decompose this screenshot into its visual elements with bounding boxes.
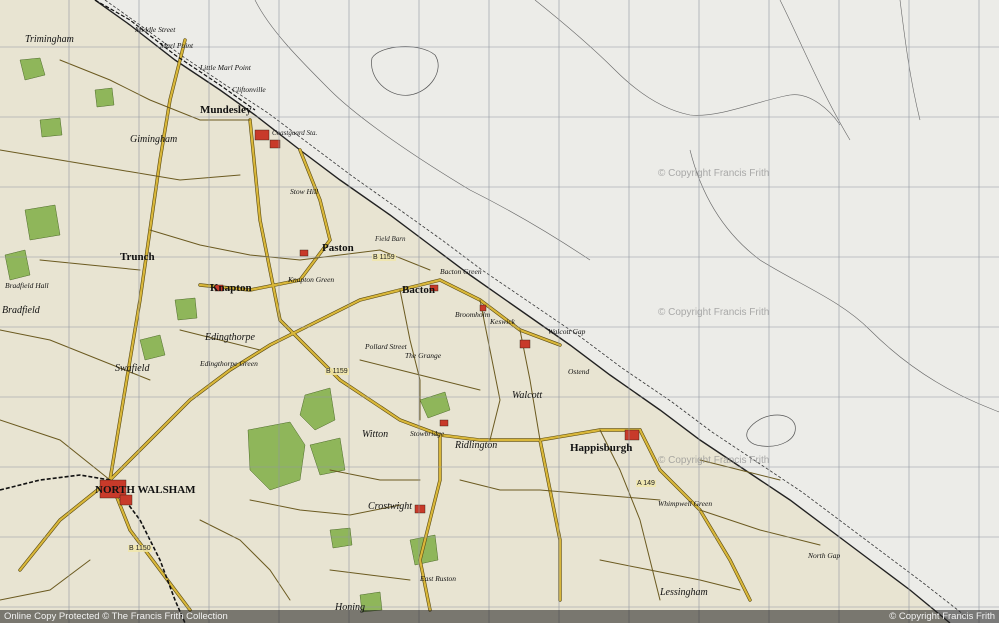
depth-contour-5 (899, 0, 921, 121)
label-bacton-green: Bacton Green (440, 267, 482, 276)
label-bacton: Bacton (402, 284, 435, 296)
label-trimingham: Trimingham (25, 34, 74, 45)
map-canvas (0, 0, 999, 623)
label-ostend: Ostend (568, 367, 590, 376)
label-knapton: Knapton (210, 282, 252, 294)
label-little-marl-point: Little Marl Point (200, 63, 251, 72)
sandbank-east (746, 414, 796, 447)
label-walcott-gap: Walcott Gap (548, 327, 586, 336)
label-mundesley: Mundesley (200, 104, 252, 116)
label-marl-point: Marl Point (160, 41, 194, 50)
label-stowbridge: Stowbridge (410, 429, 445, 438)
label-witton: Witton (362, 429, 389, 440)
footer-copyright: © Copyright Francis Frith (889, 611, 995, 622)
label-keswick: Keswick (490, 317, 515, 326)
label-bradfield-hall: Bradfield Hall (5, 281, 49, 290)
depth-contour-2 (534, 0, 841, 126)
label-happisburgh: Happisburgh (570, 442, 633, 454)
label-edingthorpe: Edingthorpe (205, 332, 255, 343)
label-pollard-street: Pollard Street (365, 342, 407, 351)
footer-bar: Online Copy Protected © The Francis Frit… (0, 610, 999, 623)
watermark-copyright: © Copyright Francis Frith (658, 455, 770, 466)
label-north-gap: North Gap (808, 551, 841, 560)
label-broomholm: Broomholm (455, 310, 491, 319)
label-lessingham: Lessingham (660, 587, 708, 598)
label-east-ruston: East Ruston (420, 574, 457, 583)
label-coastguard-station: Coastguard Sta. (272, 129, 318, 137)
label-edingthorpe-green: Edingthorpe Green (200, 359, 258, 368)
road-number-b1159-north: B 1159 (372, 254, 396, 261)
label-whimpwell-green: Whimpwell Green (658, 499, 713, 508)
label-ridlington: Ridlington (455, 440, 498, 451)
sandbank-north (371, 46, 439, 96)
label-paston: Paston (322, 242, 354, 254)
footer-protection-notice: Online Copy Protected © The Francis Frit… (4, 611, 228, 622)
depth-contour-4 (779, 0, 851, 141)
label-stow-hill: Stow Hill (290, 187, 319, 196)
historic-os-map: Trimingham Mundesley Gimingham Paston Tr… (0, 0, 999, 623)
road-number-b1150: B 1150 (128, 545, 152, 552)
depth-contour-3 (689, 149, 999, 413)
label-field-barn: Field Barn (375, 235, 406, 243)
label-middle-street: Middle Street (135, 25, 176, 34)
label-walcott: Walcott (512, 390, 543, 401)
watermark-copyright: © Copyright Francis Frith (658, 168, 770, 179)
label-cliftonville: Cliftonville (232, 85, 266, 94)
label-swafield: Swafield (115, 363, 150, 374)
label-the-grange: The Grange (405, 351, 442, 360)
label-north-walsham: NORTH WALSHAM (95, 484, 196, 496)
label-bradfield: Bradfield (2, 305, 40, 316)
label-gimingham: Gimingham (130, 134, 178, 145)
watermark-copyright: © Copyright Francis Frith (658, 307, 770, 318)
road-number-a149: A 149 (636, 480, 656, 487)
road-number-b1159-south: B 1159 (325, 368, 349, 375)
label-crostwight: Crostwight (368, 501, 413, 512)
label-trunch: Trunch (120, 251, 155, 263)
label-knapton-green: Knapton Green (288, 275, 335, 284)
